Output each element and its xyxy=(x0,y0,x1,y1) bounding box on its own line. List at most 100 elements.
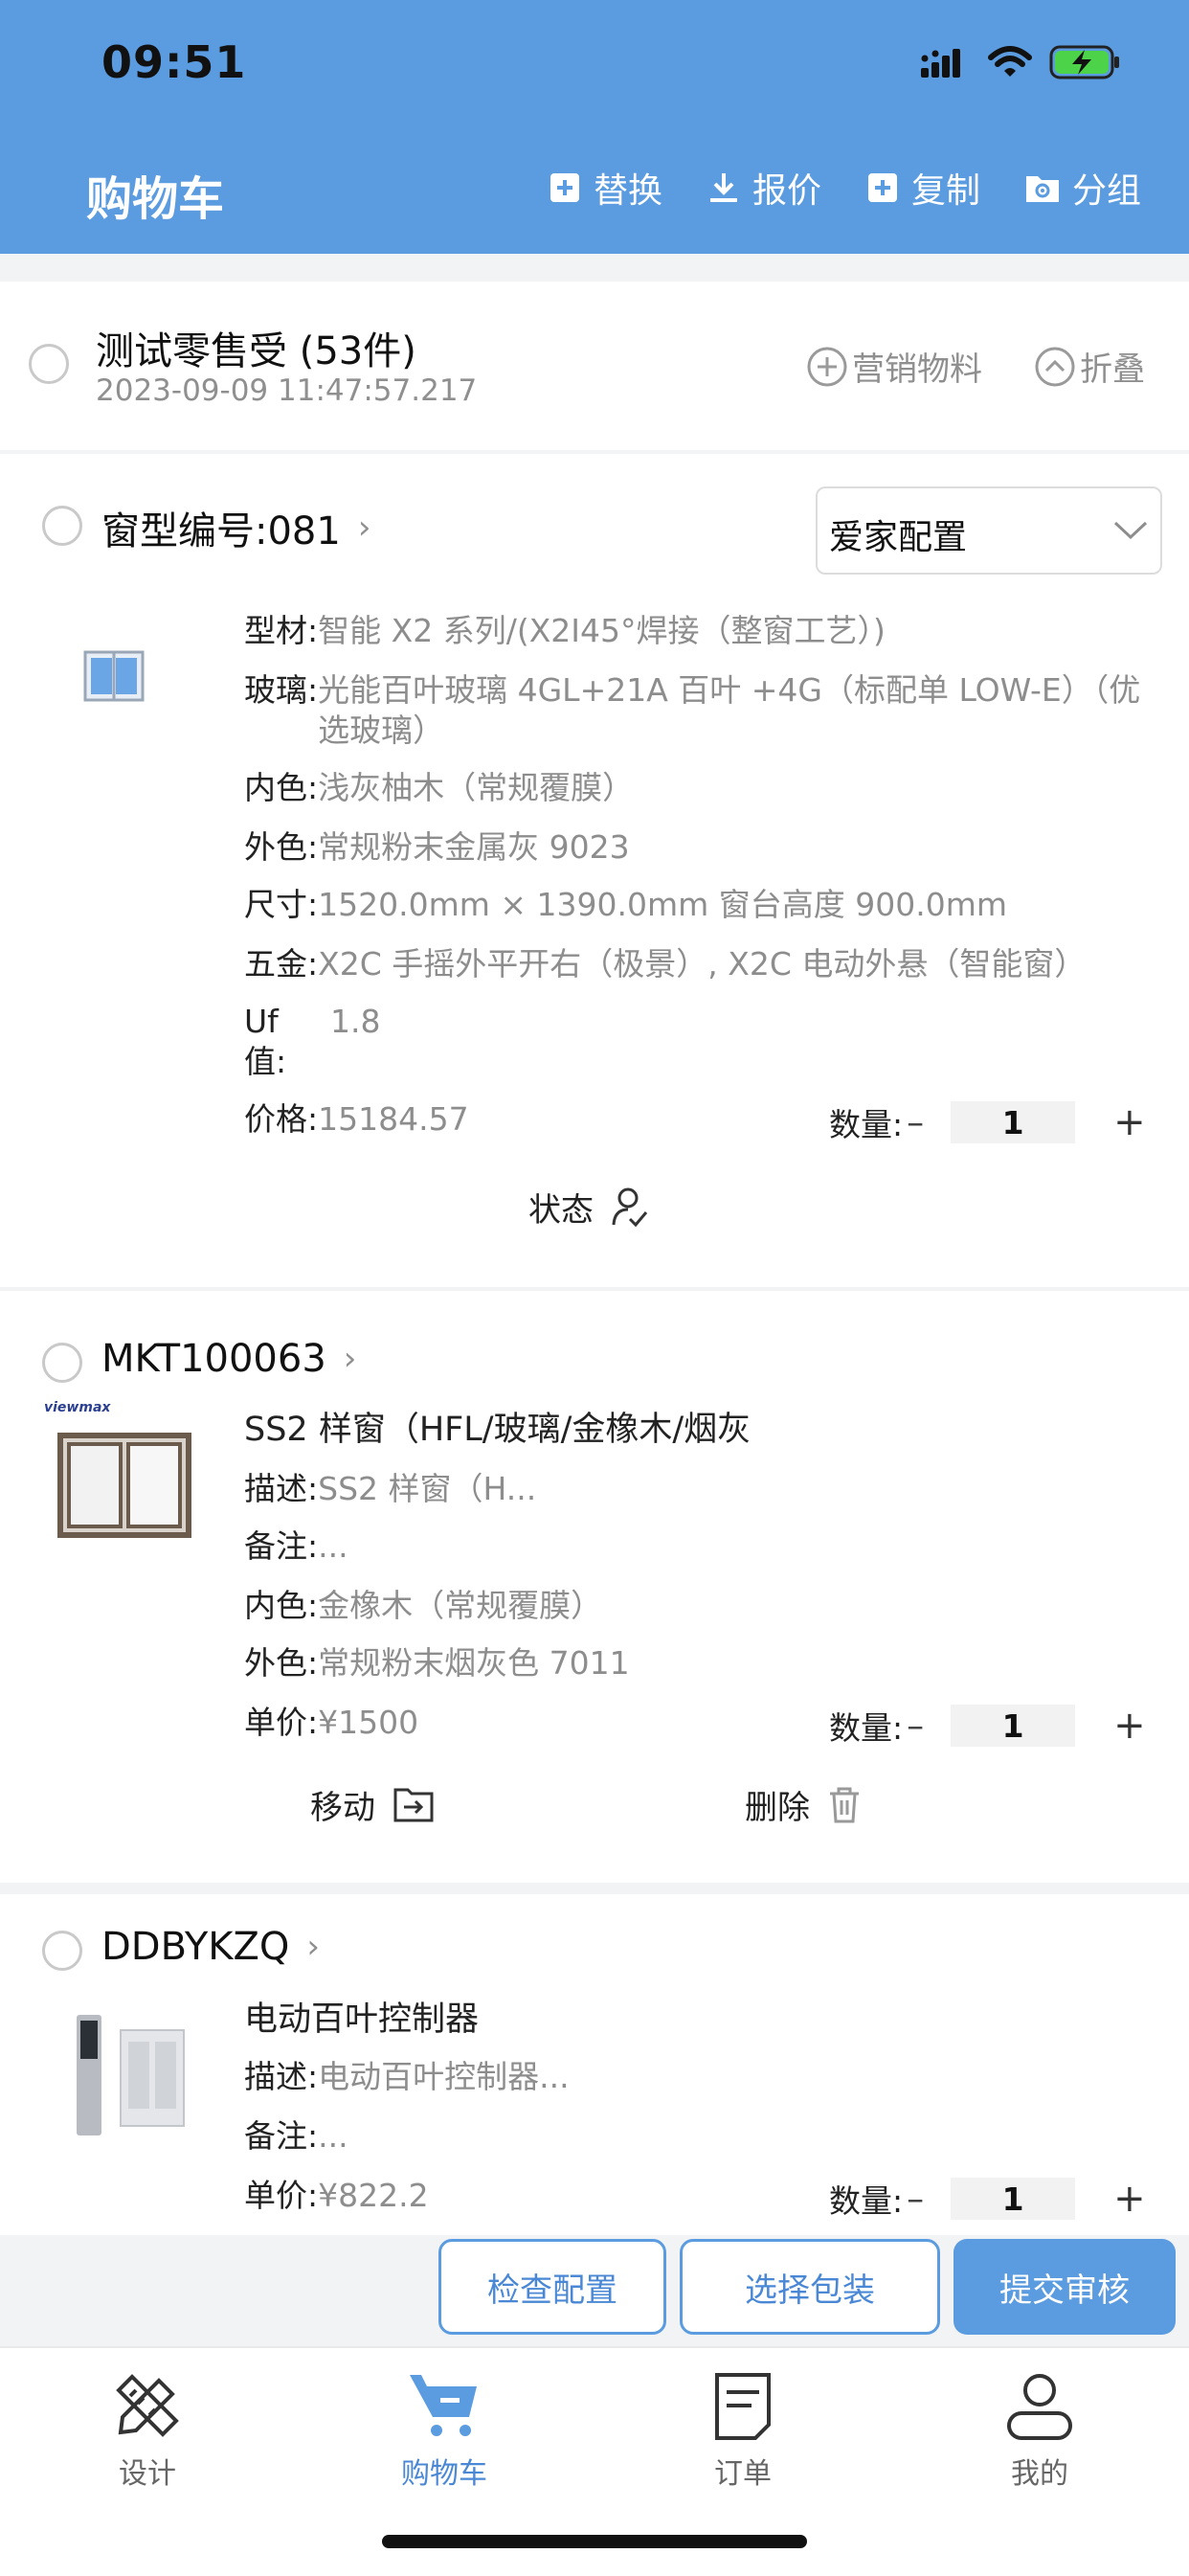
attr-inner-color: 内色: 浅灰柚木（常规覆膜） xyxy=(244,768,1163,808)
attr-description: 描述: 电动百叶控制器... xyxy=(244,2057,1163,2097)
tab-cart[interactable]: 购物车 xyxy=(348,2369,540,2492)
attr-value: 光能百叶玻璃 4GL+21A 百叶 +4G（标配单 LOW-E）（优选玻璃） xyxy=(318,671,1141,749)
tab-design[interactable]: 设计 xyxy=(52,2369,243,2492)
signal-icon xyxy=(921,49,960,78)
quantity-decrement-button[interactable]: – xyxy=(907,1706,924,1746)
customer-select-radio[interactable] xyxy=(29,344,69,384)
copy-icon xyxy=(867,173,897,202)
attr-key: 尺寸: xyxy=(244,886,319,923)
cart-item-mkt100063: MKT100063 › viewmax SS2 样窗（HFL/玻璃/金橡木/烟灰… xyxy=(0,1291,1189,1883)
attr-value: 1520.0mm × 1390.0mm 窗台高度 900.0mm xyxy=(318,886,1008,923)
quantity-increment-button[interactable]: + xyxy=(1113,1100,1146,1144)
item-title-link[interactable]: DDBYKZQ › xyxy=(101,1925,320,1969)
quantity-label: 数量: xyxy=(829,1106,904,1143)
folder-gear-icon xyxy=(1025,176,1059,202)
item-title: MKT100063 xyxy=(101,1337,326,1381)
attr-key: 单价: xyxy=(244,2177,319,2214)
quantity-label: 数量: xyxy=(829,2182,904,2220)
quote-button[interactable]: 报价 xyxy=(707,163,821,213)
status-icons xyxy=(921,40,1122,84)
product-name: SS2 样窗（HFL/玻璃/金橡木/烟灰 xyxy=(244,1411,752,1449)
quantity-label: 数量: xyxy=(829,1709,904,1747)
page-title: 购物车 xyxy=(86,172,225,226)
download-icon xyxy=(709,173,737,202)
design-tools-icon xyxy=(116,2374,179,2437)
attr-key: 描述: xyxy=(244,1470,319,1507)
copy-button[interactable]: 复制 xyxy=(865,163,980,213)
quantity-decrement-button[interactable]: – xyxy=(907,2180,924,2219)
attr-key: 五金: xyxy=(244,945,319,983)
attr-profile: 型材: 智能 X2 系列/(X2I45°焊接（整窗工艺）) xyxy=(244,611,1163,651)
quantity-stepper: 数量: – 1 + xyxy=(829,1703,1146,1749)
replace-label: 替换 xyxy=(593,171,662,211)
attr-value: ¥1500 xyxy=(318,1704,419,1741)
attr-value: 常规粉末烟灰色 7011 xyxy=(318,1644,630,1682)
item-select-radio[interactable] xyxy=(42,506,82,546)
cart-item-window-081: 窗型编号:081 › 爱家配置 型材: 智能 X2 系列/(X2I45°焊接（整窗… xyxy=(0,454,1189,1287)
quantity-increment-button[interactable]: + xyxy=(1113,1704,1146,1748)
attr-unit-price: 单价: ¥822.2 xyxy=(244,2176,723,2216)
attr-key: 备注: xyxy=(244,2117,319,2155)
tab-mine[interactable]: 我的 xyxy=(944,2369,1135,2492)
attr-key: 型材: xyxy=(244,612,319,649)
marketing-material-button[interactable]: 营销物料 xyxy=(806,343,982,390)
move-label: 移动 xyxy=(310,1789,375,1827)
quantity-input[interactable]: 1 xyxy=(951,1705,1076,1747)
item-select-radio[interactable] xyxy=(42,1343,82,1383)
quantity-increment-button[interactable]: + xyxy=(1113,2177,1146,2221)
cart-item-ddbykzq: DDBYKZQ › 电动百叶控制器 描述: 电动百叶控制器... 备注:... 单… xyxy=(0,1894,1189,2235)
sample-window-thumbnail xyxy=(57,1433,191,1538)
chevron-down-icon xyxy=(1113,521,1148,540)
attr-hardware: 五金: X2C 手摇外平开右（极景）, X2C 电动外悬（智能窗） xyxy=(244,944,1163,984)
item-select-radio[interactable] xyxy=(42,1931,82,1971)
collapse-button[interactable]: 折叠 xyxy=(1034,343,1145,390)
quantity-stepper: 数量: – 1 + xyxy=(829,2176,1146,2222)
quantity-input[interactable]: 1 xyxy=(951,2178,1076,2220)
move-button[interactable]: 移动 xyxy=(310,1781,435,1828)
item-title: DDBYKZQ xyxy=(101,1925,290,1969)
attr-key: 玻璃: xyxy=(244,671,319,709)
quote-label: 报价 xyxy=(752,171,821,211)
attr-price: 价格: 15184.57 xyxy=(244,1099,723,1140)
item-title-link[interactable]: MKT100063 › xyxy=(101,1337,356,1381)
config-select[interactable]: 爱家配置 xyxy=(816,486,1162,575)
group-button[interactable]: 分组 xyxy=(1024,163,1141,213)
attr-key: 描述: xyxy=(244,2058,319,2095)
submit-review-button[interactable]: 提交审核 xyxy=(953,2239,1176,2335)
tab-orders[interactable]: 订单 xyxy=(647,2369,839,2492)
check-config-button[interactable]: 检查配置 xyxy=(438,2239,666,2335)
customer-datetime: 2023-09-09 11:47:57.217 xyxy=(96,373,478,408)
replace-button[interactable]: 替换 xyxy=(548,163,662,213)
replace-icon xyxy=(550,173,579,202)
config-select-value: 爱家配置 xyxy=(829,518,968,557)
delete-button[interactable]: 删除 xyxy=(745,1781,862,1828)
quantity-decrement-button[interactable]: – xyxy=(907,1103,924,1142)
plus-circle-icon xyxy=(807,347,847,386)
item-title-link[interactable]: 窗型编号:081 › xyxy=(101,500,370,555)
select-package-button[interactable]: 选择包装 xyxy=(680,2239,940,2335)
attr-key: 内色: xyxy=(244,769,319,806)
attr-uf: Uf 值: 1.8 xyxy=(244,1002,1163,1082)
attr-remark: 备注:... xyxy=(244,1526,1163,1567)
home-indicator xyxy=(382,2535,807,2548)
group-label: 分组 xyxy=(1071,171,1141,211)
user-icon xyxy=(1007,2374,1072,2440)
attr-glass: 玻璃: 光能百叶玻璃 4GL+21A 百叶 +4G（标配单 LOW-E）（优选玻璃… xyxy=(244,670,1163,751)
chevron-right-icon: › xyxy=(343,1340,357,1378)
chevron-right-icon: › xyxy=(306,1928,321,1966)
user-check-icon xyxy=(612,1187,648,1227)
tab-orders-label: 订单 xyxy=(714,2457,772,2491)
attr-value: 金橡木（常规覆膜） xyxy=(318,1587,603,1624)
delete-label: 删除 xyxy=(745,1789,810,1827)
status-label: 状态 xyxy=(528,1191,594,1230)
header-actions: 替换 报价 复制 分组 xyxy=(548,163,1141,213)
item-product-name: 电动百叶控制器 xyxy=(244,2000,1163,2040)
attr-outer-color: 外色: 常规粉末烟灰色 7011 xyxy=(244,1643,1163,1683)
controller-thumbnail xyxy=(77,2015,185,2135)
app-header: 09:51 购物车 替换 报价 复制 分组 xyxy=(0,0,1189,254)
tab-design-label: 设计 xyxy=(119,2457,176,2491)
quantity-input[interactable]: 1 xyxy=(951,1101,1076,1143)
attr-key: 价格: xyxy=(244,1100,319,1138)
status-button[interactable]: 状态 xyxy=(528,1184,649,1231)
item-title: 窗型编号:081 xyxy=(101,509,341,554)
